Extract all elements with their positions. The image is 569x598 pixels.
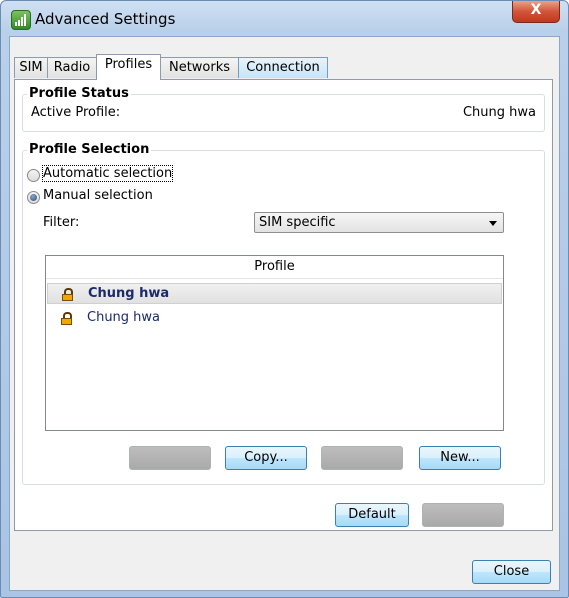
- filter-label: Filter:: [43, 215, 80, 230]
- profiles-tab-panel: Profile Status Active Profile: Chung hwa…: [14, 79, 553, 531]
- edit-profile-button[interactable]: [129, 446, 211, 470]
- profile-status-group: Profile Status Active Profile: Chung hwa: [22, 86, 545, 132]
- window-title: Advanced Settings: [35, 10, 176, 28]
- tab-networks[interactable]: Networks: [160, 57, 239, 78]
- tab-connection[interactable]: Connection: [238, 57, 328, 78]
- chevron-down-icon: [489, 221, 497, 226]
- profile-list-row[interactable]: Chung hwa: [47, 308, 502, 329]
- default-button[interactable]: Default: [335, 503, 409, 527]
- signal-app-icon: [11, 10, 31, 30]
- profile-name: Chung hwa: [87, 310, 161, 325]
- dialog-client-area: SIM Radio Profiles Networks Connection P…: [9, 36, 560, 591]
- filter-dropdown[interactable]: SIM specific: [254, 212, 504, 233]
- profile-list-header[interactable]: Profile: [46, 256, 503, 279]
- close-window-button[interactable]: X: [512, 1, 560, 23]
- automatic-selection-radio[interactable]: [27, 169, 40, 182]
- copy-profile-button[interactable]: Copy...: [225, 446, 307, 470]
- advanced-settings-window: Advanced Settings X SIM Radio Profiles N…: [0, 0, 569, 598]
- profile-list[interactable]: Profile Chung hwa Chung hwa: [45, 255, 504, 431]
- profile-list-row[interactable]: Chung hwa: [47, 283, 502, 304]
- active-profile-label: Active Profile:: [31, 105, 121, 120]
- new-profile-button[interactable]: New...: [419, 446, 501, 470]
- profile-selection-group: Profile Selection Automatic selection Ma…: [22, 142, 545, 485]
- tab-sim[interactable]: SIM: [14, 57, 48, 78]
- tab-profiles[interactable]: Profiles: [96, 54, 161, 80]
- active-profile-value: Chung hwa: [462, 105, 536, 120]
- tab-radio[interactable]: Radio: [47, 57, 97, 78]
- profile-selection-legend: Profile Selection: [27, 142, 152, 157]
- lock-icon: [62, 288, 73, 301]
- automatic-selection-label[interactable]: Automatic selection: [41, 165, 174, 182]
- profile-name: Chung hwa: [88, 286, 170, 301]
- manual-selection-label[interactable]: Manual selection: [43, 188, 153, 203]
- lock-icon: [61, 312, 72, 325]
- profile-status-legend: Profile Status: [27, 86, 131, 101]
- filter-dropdown-value: SIM specific: [259, 215, 336, 230]
- apply-button[interactable]: [422, 503, 504, 527]
- manual-selection-radio[interactable]: [27, 191, 40, 204]
- close-button[interactable]: Close: [472, 560, 551, 584]
- profile-column-header: Profile: [254, 259, 295, 274]
- title-bar[interactable]: Advanced Settings X: [1, 1, 568, 37]
- delete-profile-button[interactable]: [321, 446, 403, 470]
